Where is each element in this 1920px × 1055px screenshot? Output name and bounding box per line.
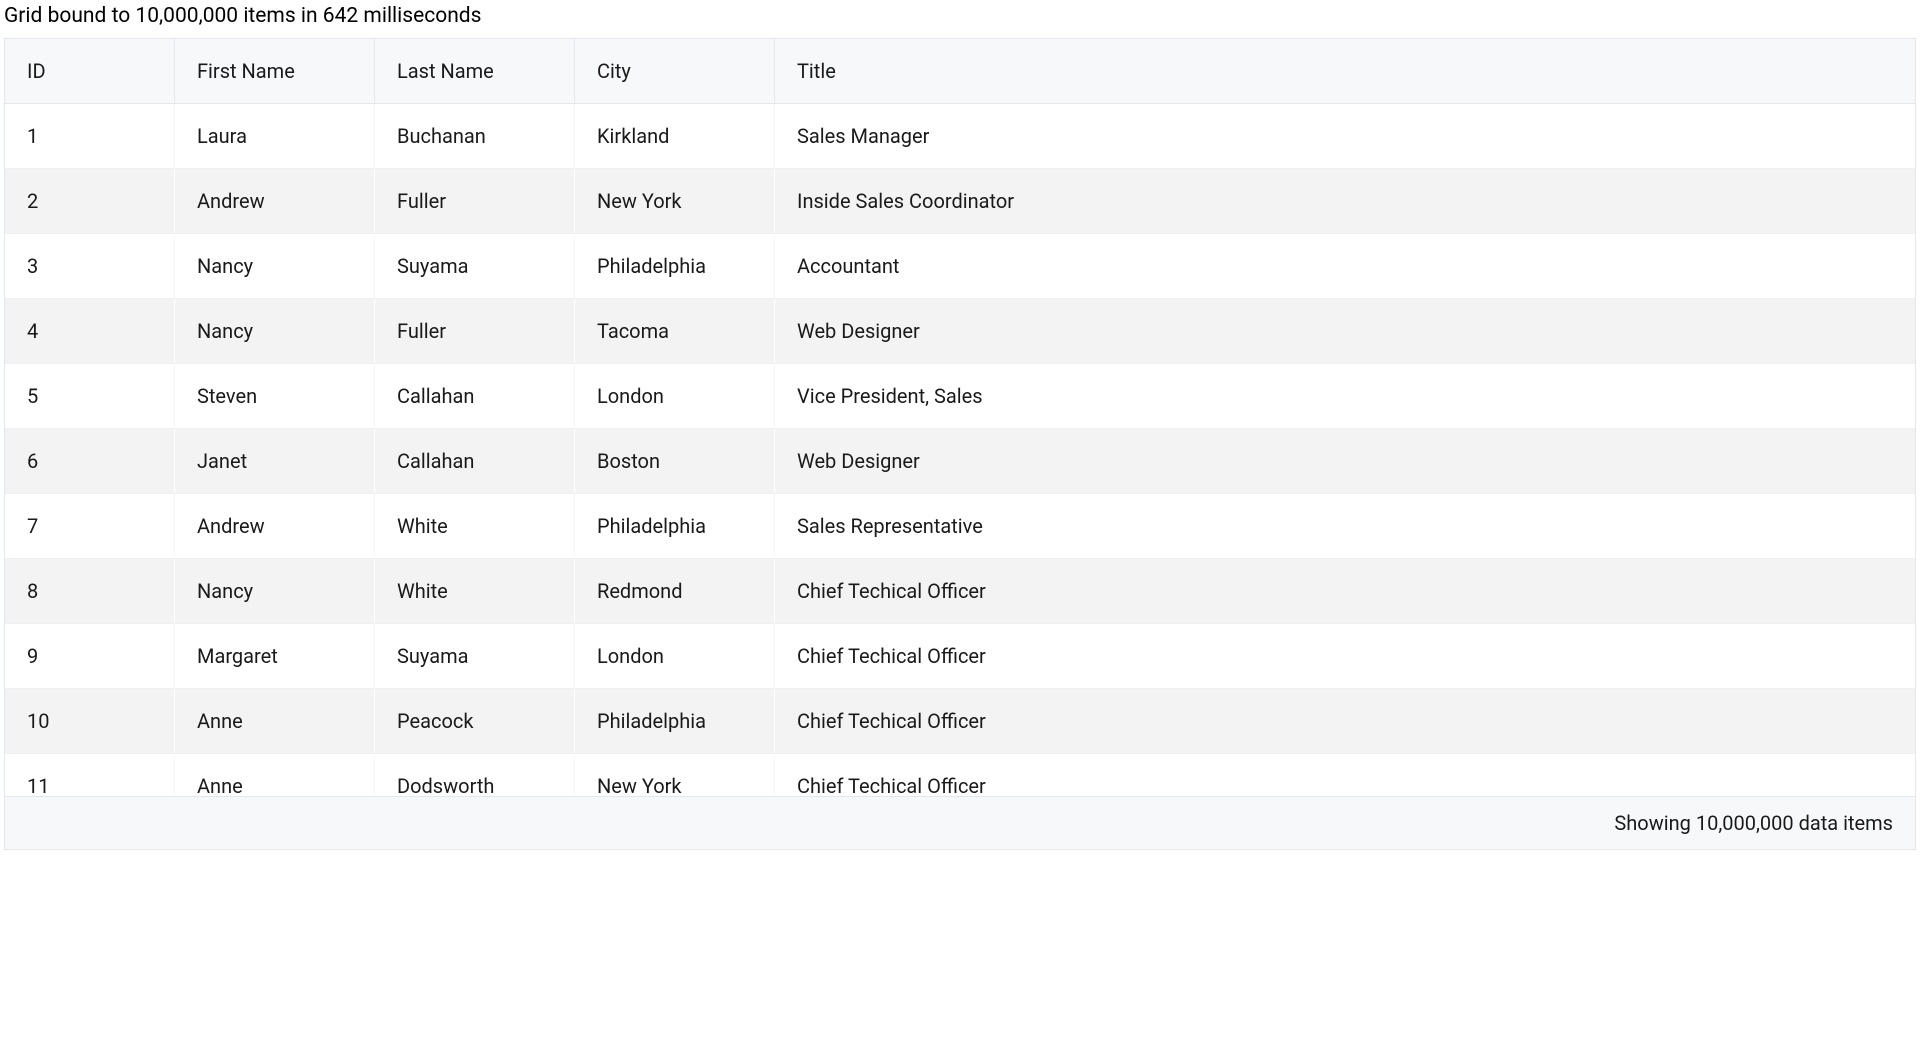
cell-first-name: Anne (175, 754, 375, 796)
table-row[interactable]: 8NancyWhiteRedmondChief Techical Officer (5, 559, 1915, 624)
cell-city: Kirkland (575, 104, 775, 168)
cell-first-name: Steven (175, 364, 375, 428)
cell-id: 10 (5, 689, 175, 753)
column-header-first-name[interactable]: First Name (175, 39, 375, 103)
cell-city: Boston (575, 429, 775, 493)
cell-last-name: Fuller (375, 299, 575, 363)
cell-first-name: Nancy (175, 559, 375, 623)
cell-title: Sales Representative (775, 494, 1915, 558)
cell-id: 5 (5, 364, 175, 428)
cell-title: Chief Techical Officer (775, 754, 1915, 796)
cell-first-name: Andrew (175, 169, 375, 233)
cell-id: 3 (5, 234, 175, 298)
cell-title: Chief Techical Officer (775, 689, 1915, 753)
cell-first-name: Nancy (175, 234, 375, 298)
cell-last-name: Fuller (375, 169, 575, 233)
cell-first-name: Margaret (175, 624, 375, 688)
cell-id: 9 (5, 624, 175, 688)
cell-title: Chief Techical Officer (775, 624, 1915, 688)
cell-id: 6 (5, 429, 175, 493)
column-header-title[interactable]: Title (775, 39, 1915, 103)
cell-id: 2 (5, 169, 175, 233)
cell-first-name: Andrew (175, 494, 375, 558)
grid-footer: Showing 10,000,000 data items (5, 796, 1915, 849)
cell-title: Inside Sales Coordinator (775, 169, 1915, 233)
cell-city: Philadelphia (575, 689, 775, 753)
grid-header-row: ID First Name Last Name City Title (5, 39, 1915, 104)
cell-id: 7 (5, 494, 175, 558)
cell-title: Accountant (775, 234, 1915, 298)
column-header-last-name[interactable]: Last Name (375, 39, 575, 103)
cell-city: Tacoma (575, 299, 775, 363)
cell-title: Chief Techical Officer (775, 559, 1915, 623)
column-header-city[interactable]: City (575, 39, 775, 103)
table-row[interactable]: 5StevenCallahanLondonVice President, Sal… (5, 364, 1915, 429)
cell-last-name: Dodsworth (375, 754, 575, 796)
table-row[interactable]: 3NancySuyamaPhiladelphiaAccountant (5, 234, 1915, 299)
cell-last-name: Buchanan (375, 104, 575, 168)
cell-first-name: Janet (175, 429, 375, 493)
data-grid: ID First Name Last Name City Title 1Laur… (4, 38, 1916, 850)
cell-title: Web Designer (775, 299, 1915, 363)
cell-last-name: Suyama (375, 624, 575, 688)
cell-last-name: Callahan (375, 429, 575, 493)
table-row[interactable]: 1LauraBuchananKirklandSales Manager (5, 104, 1915, 169)
table-row[interactable]: 11AnneDodsworthNew YorkChief Techical Of… (5, 754, 1915, 796)
cell-city: Philadelphia (575, 494, 775, 558)
cell-last-name: Callahan (375, 364, 575, 428)
cell-city: London (575, 364, 775, 428)
cell-id: 4 (5, 299, 175, 363)
cell-id: 11 (5, 754, 175, 796)
table-row[interactable]: 9MargaretSuyamaLondonChief Techical Offi… (5, 624, 1915, 689)
cell-last-name: White (375, 559, 575, 623)
cell-title: Sales Manager (775, 104, 1915, 168)
cell-city: London (575, 624, 775, 688)
cell-first-name: Anne (175, 689, 375, 753)
cell-last-name: White (375, 494, 575, 558)
cell-city: Philadelphia (575, 234, 775, 298)
table-row[interactable]: 2AndrewFullerNew YorkInside Sales Coordi… (5, 169, 1915, 234)
column-header-id[interactable]: ID (5, 39, 175, 103)
cell-city: New York (575, 169, 775, 233)
table-row[interactable]: 6JanetCallahanBostonWeb Designer (5, 429, 1915, 494)
cell-first-name: Nancy (175, 299, 375, 363)
table-row[interactable]: 4NancyFullerTacomaWeb Designer (5, 299, 1915, 364)
cell-id: 1 (5, 104, 175, 168)
table-row[interactable]: 10AnnePeacockPhiladelphiaChief Techical … (5, 689, 1915, 754)
cell-title: Web Designer (775, 429, 1915, 493)
cell-title: Vice President, Sales (775, 364, 1915, 428)
cell-city: New York (575, 754, 775, 796)
cell-first-name: Laura (175, 104, 375, 168)
grid-body[interactable]: 1LauraBuchananKirklandSales Manager2Andr… (5, 104, 1915, 796)
cell-city: Redmond (575, 559, 775, 623)
cell-last-name: Suyama (375, 234, 575, 298)
cell-last-name: Peacock (375, 689, 575, 753)
cell-id: 8 (5, 559, 175, 623)
table-row[interactable]: 7AndrewWhitePhiladelphiaSales Representa… (5, 494, 1915, 559)
status-text: Grid bound to 10,000,000 items in 642 mi… (0, 0, 1920, 38)
